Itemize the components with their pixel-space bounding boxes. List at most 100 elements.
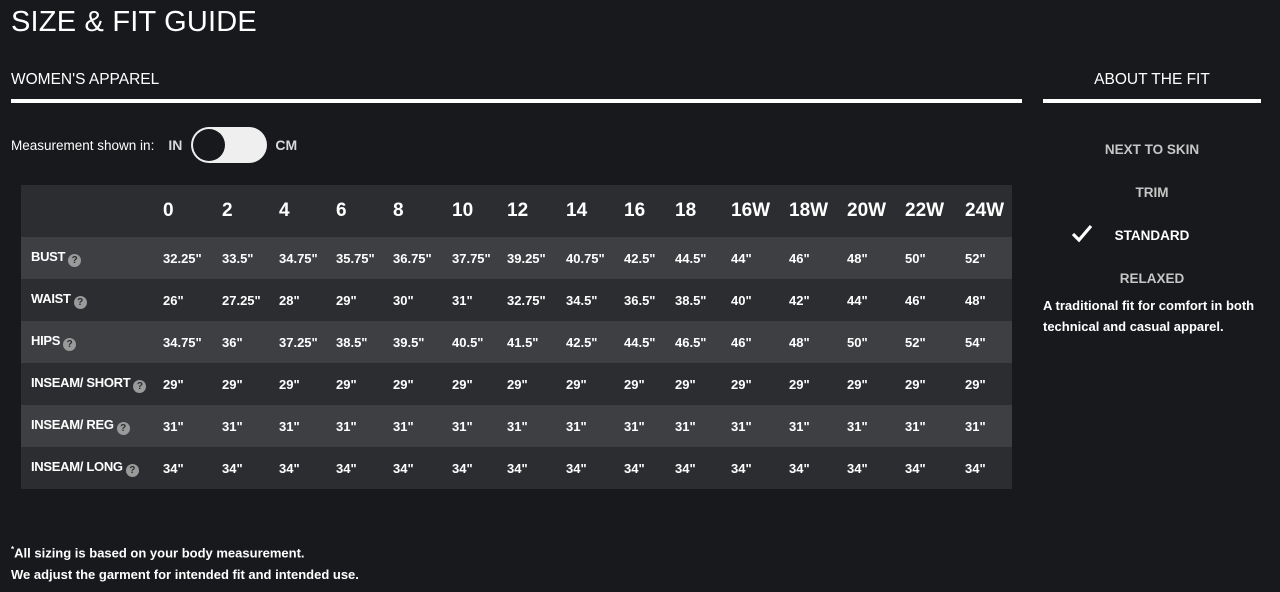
fit-option-label: TRIM <box>1135 185 1169 200</box>
measurement-cell: 34" <box>965 460 986 476</box>
measurement-cell: 30" <box>393 292 414 308</box>
measurement-cell: 29" <box>789 376 810 392</box>
measurement-cell: 40.5" <box>452 334 484 350</box>
measurement-row: BUST? 32.25" 33.5" 34.75" 35.75" 36.75" 37.75"… <box>21 237 1012 279</box>
size-column-header: 16W <box>731 200 771 221</box>
size-column-header: 20W <box>847 200 887 221</box>
measurement-cell: 29" <box>731 376 752 392</box>
help-icon[interactable]: ? <box>63 338 77 351</box>
measurement-cell: 29" <box>336 376 357 392</box>
fit-option[interactable]: NEXT TO SKIN <box>1043 128 1261 171</box>
measurement-cell: 29" <box>279 376 300 392</box>
measurement-cell: 31" <box>566 418 587 434</box>
size-column-header: 0 <box>163 200 174 221</box>
measurement-cell: 26" <box>163 292 184 308</box>
measurement-cell: 31" <box>336 418 357 434</box>
measurement-cell: 29" <box>452 376 473 392</box>
unit-cm-label[interactable]: CM <box>275 137 297 153</box>
row-label: INSEAM/ LONG <box>31 459 123 474</box>
measurement-cell: 39.25" <box>507 250 546 266</box>
fit-option-label: NEXT TO SKIN <box>1104 142 1200 157</box>
measurement-row: HIPS? 34.75" 36" 37.25" 38.5" 39.5" 40.5" 41.5"… <box>21 321 1012 363</box>
unit-in-label[interactable]: IN <box>168 137 182 153</box>
measurement-cell: 31" <box>279 418 300 434</box>
measurement-row: WAIST? 26" 27.25" 28" 29" 30" 31" 32.75" 34.5" 36… <box>21 279 1012 321</box>
measurement-cell: 34" <box>393 460 414 476</box>
measurement-cell: 31" <box>163 418 184 434</box>
measurement-cell: 36.5" <box>624 292 656 308</box>
size-column-header: 24W <box>965 200 1005 221</box>
help-icon[interactable]: ? <box>125 464 139 477</box>
size-column-header: 16 <box>624 200 646 221</box>
measurement-cell: 48" <box>965 292 986 308</box>
fit-option[interactable]: TRIM <box>1043 171 1261 214</box>
size-column-header: 10 <box>452 200 474 221</box>
measurement-cell: 44" <box>847 292 868 308</box>
measurement-cell: 36" <box>222 334 243 350</box>
help-icon[interactable]: ? <box>133 380 147 393</box>
size-table-header: 0 2 4 6 8 10 12 14 16 18 16W 18W 20W 22W 24W <box>21 185 1012 237</box>
size-column-header: 14 <box>566 200 588 221</box>
help-icon[interactable]: ? <box>68 254 82 267</box>
measurement-cell: 42.5" <box>624 250 656 266</box>
size-header-row: 0 2 4 6 8 10 12 14 16 18 16W 18W 20W 22W 24W <box>21 185 1012 237</box>
measurement-cell: 31" <box>393 418 414 434</box>
measurement-cell: 40.75" <box>566 250 605 266</box>
measurement-label: Measurement shown in: <box>11 137 155 153</box>
size-column-header: 18W <box>789 200 829 221</box>
row-label-cell: INSEAM/ REG? <box>21 405 163 447</box>
measurement-cell: 44.5" <box>675 250 707 266</box>
measurement-cell: 29" <box>905 376 926 392</box>
size-column-header: 2 <box>222 200 233 221</box>
measurement-cell: 34" <box>163 460 184 476</box>
measurement-cell: 34" <box>731 460 752 476</box>
measurement-cell: 31" <box>675 418 696 434</box>
unit-toggle[interactable] <box>191 127 268 163</box>
measurement-row: INSEAM/ REG? 31" 31" 31" 31" 31" 31" 31" 31" 31" 3… <box>21 405 1012 447</box>
measurement-cell: 34.75" <box>163 334 202 350</box>
fit-options-list: NEXT TO SKIN TRIM STANDARD RELAXED <box>1043 128 1261 300</box>
measurement-cell: 37.25" <box>279 334 318 350</box>
row-label: HIPS <box>31 333 61 348</box>
size-column-header: 22W <box>905 200 945 221</box>
measurement-cell: 46" <box>789 250 810 266</box>
size-column-header: 6 <box>336 200 347 221</box>
measurement-cell: 29" <box>566 376 587 392</box>
measurement-cell: 50" <box>847 334 868 350</box>
measurement-cell: 42" <box>789 292 810 308</box>
measurement-cell: 35.75" <box>336 250 375 266</box>
help-icon[interactable]: ? <box>73 296 87 309</box>
row-label-cell: HIPS? <box>21 321 163 363</box>
measurement-cell: 31" <box>624 418 645 434</box>
measurement-row: INSEAM/ LONG? 34" 34" 34" 34" 34" 34" 34" 34" 34"… <box>21 447 1012 489</box>
footnote-line-2: We adjust the garment for intended fit a… <box>11 567 359 583</box>
measurement-cell: 31" <box>847 418 868 434</box>
section-title-womens-apparel: WOMEN'S APPAREL <box>11 71 160 88</box>
measurement-cell: 52" <box>965 250 986 266</box>
measurement-cell: 48" <box>847 250 868 266</box>
row-label-cell: BUST? <box>21 237 163 279</box>
row-label: WAIST <box>31 291 71 306</box>
row-label: INSEAM/ REG <box>31 417 114 432</box>
fit-option[interactable]: STANDARD <box>1043 214 1261 257</box>
measurement-cell: 38.5" <box>336 334 368 350</box>
footnote-line-1-text: All sizing is based on your body measure… <box>14 545 305 561</box>
row-label-cell: INSEAM/ LONG? <box>21 447 163 489</box>
header-corner <box>21 185 163 237</box>
help-icon[interactable]: ? <box>116 422 130 435</box>
measurement-cell: 50" <box>905 250 926 266</box>
unit-toggle-knob <box>193 129 226 161</box>
row-label-cell: WAIST? <box>21 279 163 321</box>
measurement-cell: 34.5" <box>566 292 598 308</box>
about-the-fit-divider <box>1043 99 1261 103</box>
measurement-cell: 34" <box>789 460 810 476</box>
measurement-cell: 29" <box>163 376 184 392</box>
measurement-row: INSEAM/ SHORT? 29" 29" 29" 29" 29" 29" 29" 29" 29… <box>21 363 1012 405</box>
measurement-cell: 29" <box>507 376 528 392</box>
size-chart-table: 0 2 4 6 8 10 12 14 16 18 16W 18W 20W 22W 24W BUST? 32.2… <box>21 185 1012 489</box>
size-table-body: BUST? 32.25" 33.5" 34.75" 35.75" 36.75" 37.75"… <box>21 237 1012 489</box>
measurement-cell: 29" <box>393 376 414 392</box>
measurement-cell: 31" <box>222 418 243 434</box>
section-divider <box>11 99 1022 103</box>
fit-option[interactable]: RELAXED <box>1043 257 1261 300</box>
